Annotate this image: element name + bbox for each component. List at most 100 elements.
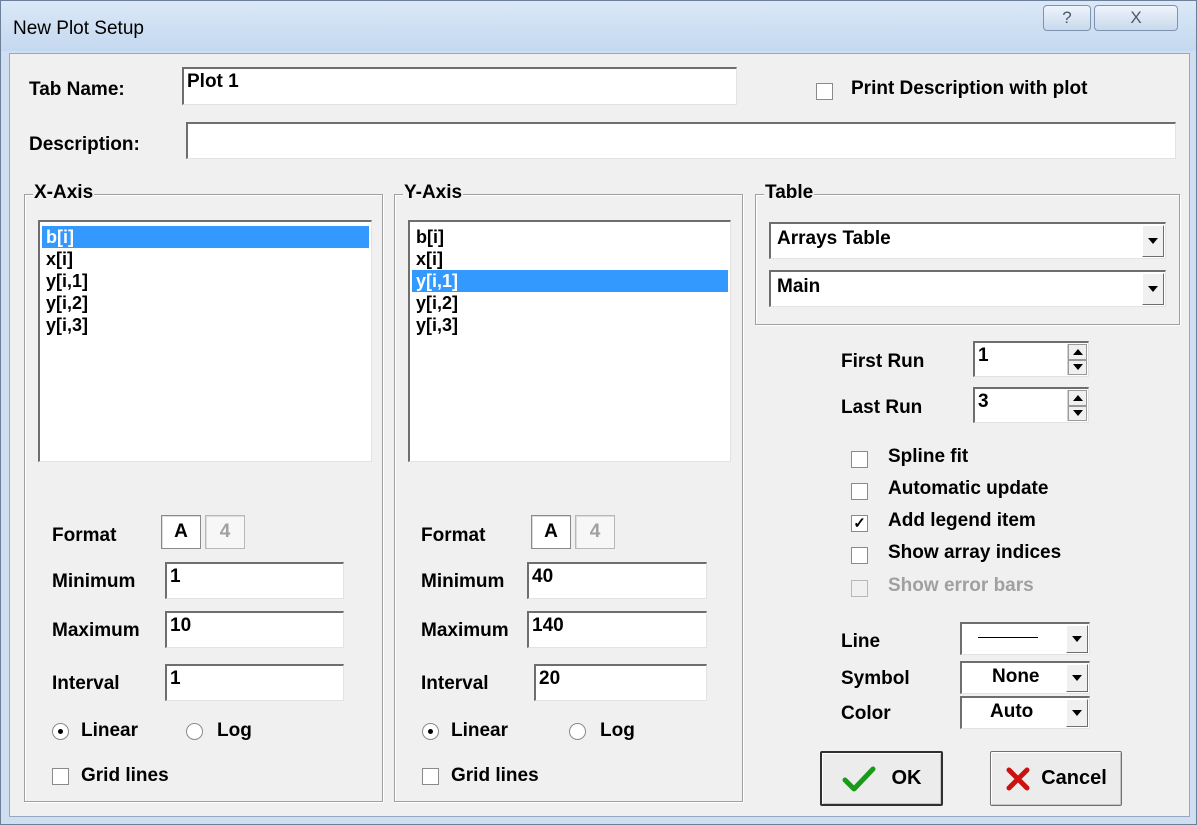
x-maximum-input[interactable]: 10 — [165, 611, 344, 648]
y-minimum-label: Minimum — [421, 571, 505, 592]
first-run-input[interactable]: 1 — [973, 341, 1089, 377]
add-legend-item-checkbox[interactable]: ✓ — [851, 515, 868, 532]
show-array-indices-label: Show array indices — [888, 542, 1062, 563]
show-error-bars-checkbox[interactable] — [851, 580, 868, 597]
help-icon: ? — [1062, 8, 1072, 27]
line-label: Line — [841, 631, 881, 652]
print-description-checkbox[interactable] — [816, 83, 833, 100]
x-linear-label: Linear — [81, 720, 139, 741]
last-run-spinner[interactable] — [1067, 390, 1087, 421]
arrow-down-icon — [1072, 364, 1083, 371]
table-group: Table Arrays Table Main — [755, 182, 1180, 325]
x-grid-lines-label: Grid lines — [81, 765, 169, 786]
ok-button[interactable]: OK — [820, 751, 943, 806]
x-format-label: Format — [52, 525, 117, 546]
list-item[interactable]: y[i,2] — [42, 292, 369, 314]
chevron-down-icon — [1072, 710, 1082, 716]
automatic-update-label: Automatic update — [888, 478, 1049, 499]
y-interval-label: Interval — [421, 673, 489, 694]
dialog-window: New Plot Setup ? X Tab Name: Plot 1 Prin… — [0, 0, 1197, 825]
line-style-dropdown[interactable] — [1066, 625, 1088, 653]
y-interval-input[interactable]: 20 — [534, 664, 707, 701]
spin-up-button[interactable] — [1068, 390, 1087, 406]
table-group-title: Table — [764, 182, 815, 204]
x-minimum-label: Minimum — [52, 571, 136, 592]
title-bar[interactable]: New Plot Setup ? X — [1, 1, 1196, 51]
x-log-radio[interactable] — [186, 723, 203, 740]
y-axis-variable-list[interactable]: b[i] x[i] y[i,1] y[i,2] y[i,3] — [408, 220, 731, 462]
y-axis-group: Y-Axis b[i] x[i] y[i,1] y[i,2] y[i,3] Fo… — [394, 182, 743, 802]
table-select-dropdown[interactable] — [1142, 225, 1164, 257]
color-select-value: Auto — [990, 701, 1034, 722]
y-grid-lines-label: Grid lines — [451, 765, 539, 786]
cancel-button-label: Cancel — [1041, 767, 1107, 789]
list-item[interactable]: x[i] — [412, 248, 728, 270]
symbol-dropdown[interactable] — [1066, 664, 1088, 692]
y-grid-lines-checkbox[interactable] — [422, 768, 439, 785]
chevron-down-icon — [1148, 286, 1158, 292]
table-select-value: Arrays Table — [777, 228, 891, 249]
last-run-input[interactable]: 3 — [973, 387, 1089, 423]
y-maximum-input[interactable]: 140 — [527, 611, 707, 648]
arrow-down-icon — [1072, 410, 1083, 417]
y-linear-radio[interactable] — [422, 723, 439, 740]
chevron-down-icon — [1072, 636, 1082, 642]
list-item[interactable]: y[i,1] — [42, 270, 369, 292]
list-item[interactable]: b[i] — [42, 226, 369, 248]
last-run-label: Last Run — [841, 397, 923, 418]
subtable-select[interactable]: Main — [769, 270, 1166, 307]
x-interval-input[interactable]: 1 — [165, 664, 344, 701]
y-format-type-box[interactable]: A — [531, 515, 571, 549]
checkmark-icon — [842, 766, 875, 791]
line-style-select[interactable] — [960, 622, 1090, 655]
line-style-swatch — [978, 637, 1038, 638]
x-linear-radio[interactable] — [52, 723, 69, 740]
symbol-select-value: None — [992, 666, 1040, 687]
first-run-spinner[interactable] — [1067, 344, 1087, 375]
spline-fit-label: Spline fit — [888, 446, 969, 467]
list-item[interactable]: y[i,2] — [412, 292, 728, 314]
description-input[interactable] — [186, 122, 1176, 159]
ok-button-label: OK — [891, 767, 922, 789]
close-icon: X — [1130, 8, 1142, 27]
spline-fit-checkbox[interactable] — [851, 451, 868, 468]
table-select[interactable]: Arrays Table — [769, 222, 1166, 259]
subtable-select-dropdown[interactable] — [1142, 273, 1164, 305]
close-button[interactable]: X — [1094, 5, 1178, 31]
y-format-digits-box[interactable]: 4 — [575, 515, 615, 549]
list-item[interactable]: x[i] — [42, 248, 369, 270]
help-button[interactable]: ? — [1043, 5, 1091, 31]
x-format-digits-box[interactable]: 4 — [205, 515, 245, 549]
arrow-up-icon — [1072, 348, 1083, 355]
spin-down-button[interactable] — [1068, 359, 1087, 375]
color-select[interactable]: Auto — [960, 696, 1090, 729]
print-description-label: Print Description with plot — [851, 78, 1088, 99]
y-log-radio[interactable] — [569, 723, 586, 740]
dialog-body: Tab Name: Plot 1 Print Description with … — [9, 53, 1190, 817]
tab-name-label: Tab Name: — [29, 79, 125, 100]
x-interval-label: Interval — [52, 673, 120, 694]
tab-name-input[interactable]: Plot 1 — [182, 67, 737, 105]
add-legend-item-label: Add legend item — [888, 510, 1036, 531]
list-item[interactable]: y[i,3] — [412, 314, 728, 336]
window-title: New Plot Setup — [13, 18, 144, 39]
show-error-bars-label: Show error bars — [888, 575, 1034, 596]
list-item[interactable]: y[i,1] — [412, 270, 728, 292]
show-array-indices-checkbox[interactable] — [851, 547, 868, 564]
spin-up-button[interactable] — [1068, 344, 1087, 360]
automatic-update-checkbox[interactable] — [851, 483, 868, 500]
x-grid-lines-checkbox[interactable] — [52, 768, 69, 785]
y-minimum-input[interactable]: 40 — [527, 562, 707, 599]
list-item[interactable]: b[i] — [412, 226, 728, 248]
chevron-down-icon — [1072, 675, 1082, 681]
list-item[interactable]: y[i,3] — [42, 314, 369, 336]
x-minimum-input[interactable]: 1 — [165, 562, 344, 599]
x-format-type-box[interactable]: A — [161, 515, 201, 549]
symbol-select[interactable]: None — [960, 661, 1090, 694]
cancel-button[interactable]: Cancel — [990, 751, 1122, 806]
x-axis-variable-list[interactable]: b[i] x[i] y[i,1] y[i,2] y[i,3] — [38, 220, 372, 462]
spin-down-button[interactable] — [1068, 405, 1087, 421]
symbol-label: Symbol — [841, 668, 910, 689]
color-dropdown[interactable] — [1066, 699, 1088, 727]
y-format-label: Format — [421, 525, 486, 546]
